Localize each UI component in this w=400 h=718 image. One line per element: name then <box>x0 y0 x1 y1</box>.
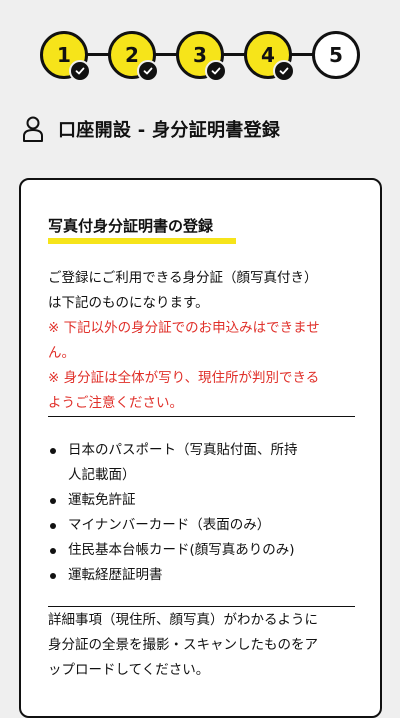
warning-note-2: ※ 身分証は全体が写り、現住所が判別できる ようご注意ください。 <box>48 370 320 411</box>
checkmark-icon <box>273 60 295 82</box>
divider <box>48 606 355 607</box>
divider <box>48 416 355 417</box>
list-item: 運転経歴証明書 <box>48 563 348 588</box>
list-item: マイナンバーカード（表面のみ） <box>48 513 348 538</box>
warning-note-1: ※ 下記以外の身分証でのお申込みはできませ ん。 <box>48 320 320 361</box>
checkmark-icon <box>205 60 227 82</box>
document-info-card: 写真付身分証明書の登録 ご登録にご利用できる身分証（顔写真付き） は下記のものに… <box>19 178 382 718</box>
list-item: 運転免許証 <box>48 488 348 513</box>
intro-text: ご登録にご利用できる身分証（顔写真付き） は下記のものになります。 <box>48 270 318 311</box>
step-5-number: 5 <box>329 43 343 67</box>
checkmark-icon <box>69 60 91 82</box>
detail-text: 詳細事項（現住所、顔写真）がわかるように 身分証の全景を撮影・スキャンしたものを… <box>48 612 318 678</box>
step-3: 3 <box>176 31 227 82</box>
section-title: 写真付身分証明書の登録 <box>48 215 236 244</box>
step-2-number: 2 <box>125 43 139 67</box>
step-1-number: 1 <box>57 43 71 67</box>
step-3-number: 3 <box>193 43 207 67</box>
accepted-documents-list: 日本のパスポート（写真貼付面、所持 人記載面） 運転免許証 マイナンバーカード（… <box>48 438 348 588</box>
list-item: 住民基本台帳カード(顔写真ありのみ) <box>48 538 348 563</box>
step-4-number: 4 <box>261 43 275 67</box>
list-item: 日本のパスポート（写真貼付面、所持 人記載面） <box>48 438 348 488</box>
progress-stepper: 1 2 3 4 5 <box>0 0 400 112</box>
step-4: 4 <box>244 31 295 82</box>
page-title-row: 口座開設 - 身分証明書登録 <box>22 114 280 144</box>
step-2: 2 <box>108 31 159 82</box>
page-title: 口座開設 - 身分証明書登録 <box>58 120 281 141</box>
step-1: 1 <box>40 31 91 82</box>
title-highlight <box>48 238 236 244</box>
user-icon <box>23 116 43 142</box>
step-5: 5 <box>312 31 360 79</box>
checkmark-icon <box>137 60 159 82</box>
